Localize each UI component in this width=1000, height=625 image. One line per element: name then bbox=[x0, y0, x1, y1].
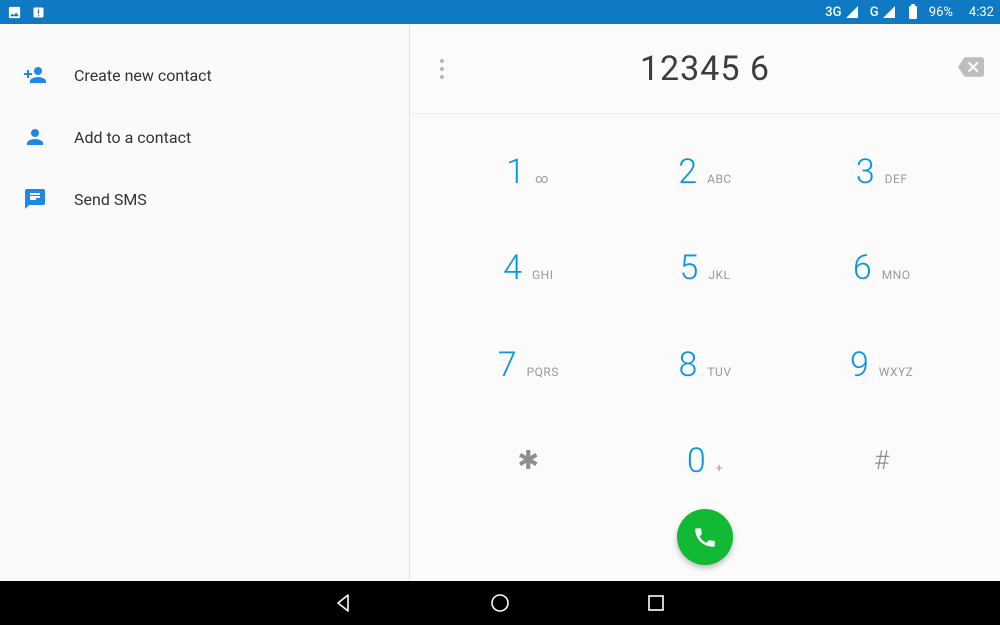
system-nav-bar bbox=[0, 581, 1000, 625]
dial-display-row: 12345 6 bbox=[410, 24, 1000, 114]
dialer-panel: 12345 6 1∞ 2ABC 3DEF 4GHI 5JKL 6MNO 7PQR… bbox=[410, 24, 1000, 581]
key-6[interactable]: 6MNO bbox=[793, 220, 970, 316]
backspace-button[interactable] bbox=[958, 54, 984, 84]
alert-notification-icon bbox=[30, 4, 46, 20]
key-1[interactable]: 1∞ bbox=[440, 124, 617, 220]
key-8[interactable]: 8TUV bbox=[617, 317, 794, 413]
add-to-contact-item[interactable]: Add to a contact bbox=[0, 106, 409, 168]
key-7[interactable]: 7PQRS bbox=[440, 317, 617, 413]
overflow-menu-button[interactable] bbox=[426, 49, 458, 89]
clock: 4:32 bbox=[969, 5, 994, 20]
send-sms-item[interactable]: Send SMS bbox=[0, 168, 409, 230]
signal-1-icon bbox=[846, 6, 858, 18]
signal-2-icon bbox=[883, 6, 895, 18]
key-3[interactable]: 3DEF bbox=[793, 124, 970, 220]
back-button[interactable] bbox=[331, 590, 357, 616]
key-star[interactable]: ✱ bbox=[440, 413, 617, 509]
create-new-contact-label: Create new contact bbox=[74, 66, 212, 85]
status-bar: 3G G 96% 4:32 bbox=[0, 0, 1000, 24]
add-person-icon bbox=[22, 62, 48, 88]
send-sms-label: Send SMS bbox=[74, 190, 147, 209]
key-hash[interactable]: # bbox=[793, 413, 970, 509]
key-2[interactable]: 2ABC bbox=[617, 124, 794, 220]
voicemail-icon: ∞ bbox=[535, 172, 550, 187]
add-to-contact-label: Add to a contact bbox=[74, 128, 191, 147]
create-new-contact-item[interactable]: Create new contact bbox=[0, 44, 409, 106]
key-9[interactable]: 9WXYZ bbox=[793, 317, 970, 413]
home-button[interactable] bbox=[487, 590, 513, 616]
network-2-label: G bbox=[870, 5, 879, 20]
suggestion-panel: Create new contact Add to a contact Send… bbox=[0, 24, 410, 581]
battery-icon bbox=[909, 6, 917, 19]
typed-number: 12345 6 bbox=[640, 49, 770, 89]
network-1-label: 3G bbox=[825, 5, 842, 20]
battery-percent: 96% bbox=[929, 5, 953, 20]
key-5[interactable]: 5JKL bbox=[617, 220, 794, 316]
sms-icon bbox=[22, 186, 48, 212]
call-button[interactable] bbox=[677, 509, 733, 565]
recents-button[interactable] bbox=[643, 590, 669, 616]
key-0[interactable]: 0+ bbox=[617, 413, 794, 509]
key-4[interactable]: 4GHI bbox=[440, 220, 617, 316]
person-icon bbox=[22, 124, 48, 150]
image-notification-icon bbox=[6, 4, 22, 20]
keypad: 1∞ 2ABC 3DEF 4GHI 5JKL 6MNO 7PQRS 8TUV 9… bbox=[410, 114, 1000, 509]
